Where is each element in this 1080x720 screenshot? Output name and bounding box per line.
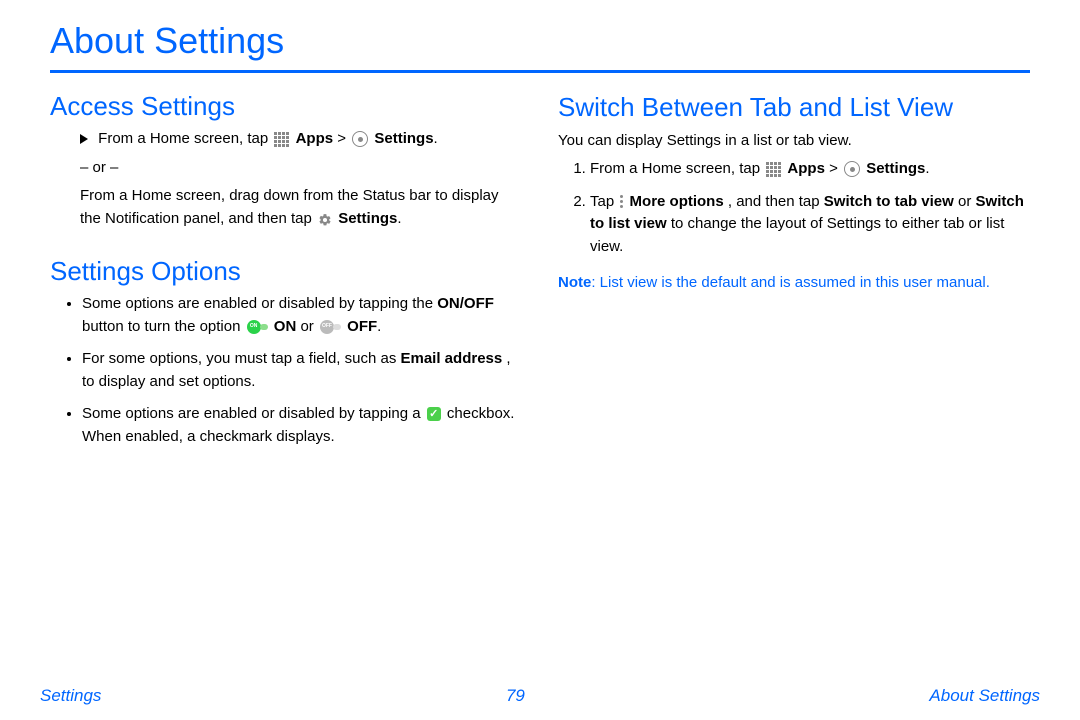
page-footer: Settings 79 About Settings bbox=[0, 686, 1080, 706]
apps-grid-icon-2 bbox=[766, 162, 781, 177]
apps-label: Apps bbox=[296, 130, 334, 147]
left-column: Access Settings From a Home screen, tap … bbox=[50, 87, 522, 462]
gear-icon bbox=[318, 212, 332, 226]
settings-label-3: Settings bbox=[866, 160, 925, 177]
apps-grid-icon bbox=[274, 132, 289, 147]
settings-label-2: Settings bbox=[338, 210, 397, 227]
b3-pre: Some options are enabled or disabled by … bbox=[82, 405, 425, 422]
step-1: From a Home screen, tap Apps > Settings. bbox=[590, 158, 1030, 181]
content-columns: Access Settings From a Home screen, tap … bbox=[50, 87, 1030, 462]
gt-2: > bbox=[829, 160, 842, 177]
footer-center: 79 bbox=[506, 686, 525, 706]
more-options-icon bbox=[620, 195, 623, 208]
switch-steps: From a Home screen, tap Apps > Settings.… bbox=[558, 158, 1030, 258]
b1-pre: Some options are enabled or disabled by … bbox=[82, 295, 437, 312]
email-label: Email address bbox=[401, 350, 503, 367]
more-options-label: More options bbox=[630, 193, 724, 210]
toggle-off-icon: OFF bbox=[320, 320, 341, 334]
footer-right: About Settings bbox=[929, 686, 1040, 706]
switch-tab-label: Switch to tab view bbox=[824, 193, 954, 210]
note-label: Note bbox=[558, 274, 591, 291]
triangle-icon bbox=[80, 134, 88, 144]
settings-target-icon bbox=[352, 131, 368, 147]
s2-or: or bbox=[958, 193, 976, 210]
gt: > bbox=[337, 130, 350, 147]
s1-pre: From a Home screen, tap bbox=[590, 160, 764, 177]
option-bullet-2: For some options, you must tap a field, … bbox=[82, 348, 522, 393]
title-divider bbox=[50, 70, 1030, 73]
access-line2-pre: From a Home screen, drag down from the S… bbox=[80, 187, 499, 227]
access-settings-heading: Access Settings bbox=[50, 91, 522, 122]
or-text: – or – bbox=[80, 157, 522, 180]
switch-intro: You can display Settings in a list or ta… bbox=[558, 130, 1030, 153]
on-label: ON bbox=[274, 318, 297, 335]
option-bullet-3: Some options are enabled or disabled by … bbox=[82, 403, 522, 448]
s2-mid1: , and then tap bbox=[728, 193, 824, 210]
toggle-off-knob: OFF bbox=[320, 320, 334, 334]
b1-mid: button to turn the option bbox=[82, 318, 245, 335]
note: Note: List view is the default and is as… bbox=[558, 272, 1030, 295]
off-label: OFF bbox=[347, 318, 377, 335]
access-line-2: From a Home screen, drag down from the S… bbox=[80, 185, 522, 230]
access-line1-pre: From a Home screen, tap bbox=[98, 130, 272, 147]
options-list: Some options are enabled or disabled by … bbox=[50, 293, 522, 448]
or-label: or bbox=[300, 318, 318, 335]
right-column: Switch Between Tab and List View You can… bbox=[558, 87, 1030, 462]
toggle-on-icon: ON bbox=[247, 320, 268, 334]
apps-label-2: Apps bbox=[787, 160, 825, 177]
period2: . bbox=[397, 210, 401, 227]
settings-options-heading: Settings Options bbox=[50, 256, 522, 287]
page-title: About Settings bbox=[50, 20, 1030, 62]
footer-left: Settings bbox=[40, 686, 101, 706]
note-text: : List view is the default and is assume… bbox=[591, 274, 990, 291]
b2-pre: For some options, you must tap a field, … bbox=[82, 350, 401, 367]
settings-target-icon-2 bbox=[844, 161, 860, 177]
s2-tap: Tap bbox=[590, 193, 618, 210]
b1-post: . bbox=[377, 318, 381, 335]
switch-view-heading: Switch Between Tab and List View bbox=[558, 91, 1030, 124]
onoff-label: ON/OFF bbox=[437, 295, 494, 312]
period: . bbox=[434, 130, 438, 147]
access-line-1: From a Home screen, tap Apps > Settings. bbox=[80, 128, 522, 151]
checkbox-icon: ✓ bbox=[427, 407, 441, 421]
step-2: Tap More options , and then tap Switch t… bbox=[590, 191, 1030, 259]
toggle-on-knob: ON bbox=[247, 320, 261, 334]
period3: . bbox=[925, 160, 929, 177]
settings-label: Settings bbox=[374, 130, 433, 147]
option-bullet-1: Some options are enabled or disabled by … bbox=[82, 293, 522, 338]
